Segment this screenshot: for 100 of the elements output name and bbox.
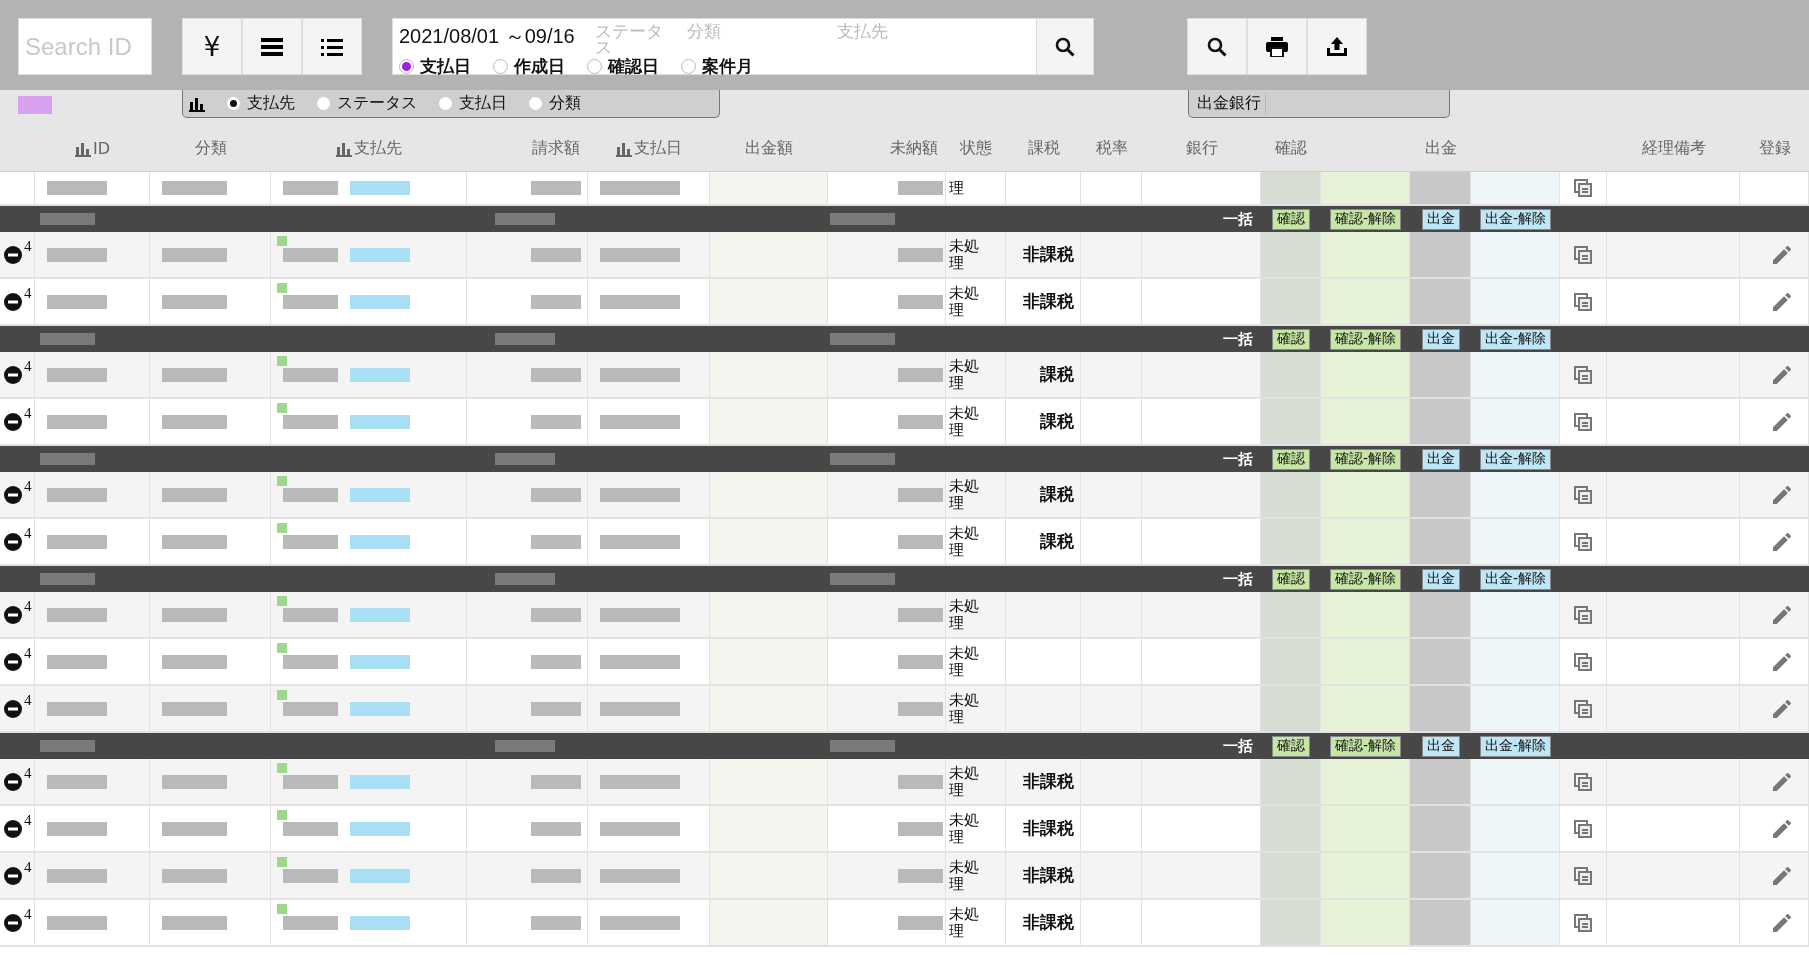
- radio-button[interactable]: [493, 59, 508, 74]
- payout-button[interactable]: 出金-解除: [1479, 568, 1552, 590]
- memo-icon[interactable]: [1574, 866, 1592, 885]
- payout-button[interactable]: 出金: [1421, 568, 1460, 590]
- memo-icon[interactable]: [1574, 179, 1592, 197]
- remove-icon[interactable]: [4, 913, 22, 932]
- column-header[interactable]: 出金額: [710, 138, 828, 159]
- date-type-option[interactable]: 支払日: [399, 55, 471, 78]
- grouped-view-button[interactable]: [242, 18, 302, 75]
- column-header[interactable]: 出金: [1321, 138, 1560, 159]
- radio-button[interactable]: [399, 59, 414, 74]
- blurred-block: [40, 740, 95, 752]
- radio-button[interactable]: [681, 59, 696, 74]
- column-header[interactable]: 支払日: [634, 138, 682, 159]
- remove-icon[interactable]: [4, 365, 22, 384]
- remove-icon[interactable]: [4, 532, 22, 551]
- blurred-block: [47, 487, 107, 502]
- blurred-block: [350, 294, 410, 309]
- radio-button[interactable]: [529, 97, 542, 110]
- column-header[interactable]: 税率: [1081, 138, 1142, 159]
- memo-icon[interactable]: [1574, 605, 1592, 624]
- remove-icon[interactable]: [4, 866, 22, 885]
- memo-icon[interactable]: [1574, 913, 1592, 932]
- payout-button[interactable]: 出金-解除: [1479, 328, 1552, 350]
- currency-button[interactable]: ¥: [182, 18, 242, 75]
- date-range-field[interactable]: 2021/08/01 ～09/16: [399, 23, 575, 50]
- blurred-block: [47, 247, 107, 262]
- payout-button[interactable]: 出金: [1421, 735, 1460, 757]
- blurred-block: [531, 181, 581, 195]
- group-by-option[interactable]: 支払日: [439, 93, 507, 114]
- search-button[interactable]: [1036, 19, 1093, 74]
- blurred-block: [162, 247, 227, 262]
- search-button[interactable]: [1187, 18, 1247, 75]
- column-header[interactable]: 登録: [1740, 138, 1809, 159]
- payout-button[interactable]: 出金: [1421, 328, 1460, 350]
- remove-icon[interactable]: [4, 245, 22, 264]
- remove-icon[interactable]: [4, 292, 22, 311]
- export-button[interactable]: [1307, 18, 1367, 75]
- payout-button[interactable]: 出金-解除: [1479, 448, 1552, 470]
- column-header[interactable]: 支払先: [354, 138, 402, 159]
- confirm-button[interactable]: 確認: [1272, 328, 1310, 350]
- memo-icon[interactable]: [1574, 365, 1592, 384]
- radio-button[interactable]: [587, 59, 602, 74]
- remove-icon[interactable]: [4, 485, 22, 504]
- confirm-button[interactable]: 確認-解除: [1329, 735, 1402, 757]
- date-type-option[interactable]: 作成日: [493, 55, 565, 78]
- remove-icon[interactable]: [4, 652, 22, 671]
- memo-icon[interactable]: [1574, 772, 1592, 791]
- list-view-button[interactable]: [302, 18, 362, 75]
- group-by-option[interactable]: ステータス: [317, 93, 417, 114]
- date-type-option[interactable]: 案件月: [681, 55, 753, 78]
- confirm-button[interactable]: 確認: [1272, 735, 1310, 757]
- blurred-block: [531, 654, 581, 669]
- group-by-option[interactable]: 分類: [529, 93, 581, 114]
- remove-icon[interactable]: [4, 412, 22, 431]
- column-header[interactable]: 状態: [946, 138, 1006, 159]
- confirm-button[interactable]: 確認: [1272, 208, 1310, 230]
- confirm-button[interactable]: 確認: [1272, 568, 1310, 590]
- date-type-option[interactable]: 確認日: [587, 55, 659, 78]
- radio-button[interactable]: [227, 97, 240, 110]
- remove-icon[interactable]: [4, 605, 22, 624]
- column-header[interactable]: 経理備考: [1607, 138, 1740, 159]
- memo-icon[interactable]: [1574, 652, 1592, 671]
- row-id: 4: [24, 238, 32, 255]
- memo-icon[interactable]: [1574, 699, 1592, 718]
- payout-button[interactable]: 出金-解除: [1479, 208, 1552, 230]
- status-text: 未処理: [948, 404, 980, 439]
- memo-icon[interactable]: [1574, 412, 1592, 431]
- payout-button[interactable]: 出金: [1421, 448, 1460, 470]
- memo-icon[interactable]: [1574, 532, 1592, 551]
- bar-chart-icon: [336, 140, 352, 157]
- radio-button[interactable]: [439, 97, 452, 110]
- column-header[interactable]: 確認: [1261, 138, 1321, 159]
- confirm-button[interactable]: 確認-解除: [1329, 328, 1402, 350]
- memo-icon[interactable]: [1574, 245, 1592, 264]
- remove-icon[interactable]: [4, 772, 22, 791]
- blurred-block: [495, 333, 555, 345]
- column-header[interactable]: 課税: [1006, 138, 1081, 159]
- blurred-block: [40, 333, 95, 345]
- memo-icon[interactable]: [1574, 485, 1592, 504]
- column-header[interactable]: 分類: [150, 138, 271, 159]
- confirm-button[interactable]: 確認-解除: [1329, 208, 1402, 230]
- remove-icon[interactable]: [4, 819, 22, 838]
- column-header[interactable]: 請求額: [467, 138, 588, 159]
- remove-icon[interactable]: [4, 699, 22, 718]
- memo-icon[interactable]: [1574, 819, 1592, 838]
- column-header[interactable]: ID: [92, 139, 110, 158]
- group-by-option[interactable]: 支払先: [227, 93, 295, 114]
- column-header[interactable]: 銀行: [1142, 138, 1261, 159]
- print-button[interactable]: [1247, 18, 1307, 75]
- confirm-button[interactable]: 確認: [1272, 448, 1310, 470]
- confirm-button[interactable]: 確認-解除: [1329, 568, 1402, 590]
- confirm-button[interactable]: 確認-解除: [1329, 448, 1402, 470]
- memo-icon[interactable]: [1574, 292, 1592, 311]
- radio-button[interactable]: [317, 97, 330, 110]
- payout-button[interactable]: 出金-解除: [1479, 735, 1552, 757]
- column-header[interactable]: 未納額: [828, 138, 946, 159]
- blurred-block: [47, 654, 107, 669]
- row-id: 4: [24, 765, 32, 782]
- payout-button[interactable]: 出金: [1421, 208, 1460, 230]
